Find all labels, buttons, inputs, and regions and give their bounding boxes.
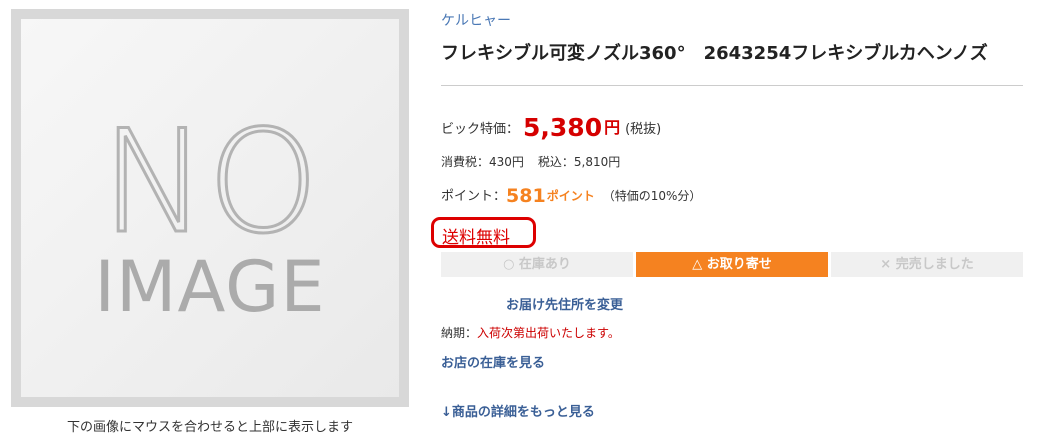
delivery-label: 納期： — [441, 326, 478, 340]
change-address-link[interactable]: お届け先住所を変更 — [506, 294, 623, 313]
point-unit: ポイント — [546, 189, 595, 203]
price-row: ビック特価： 5,380 円 (税抜) — [441, 110, 662, 142]
price-label: ビック特価： — [441, 122, 520, 137]
price-value: 5,380 — [523, 113, 603, 142]
price-tax-note: (税抜) — [625, 122, 662, 137]
stock-order: △ お取り寄せ — [636, 252, 828, 277]
maker-link[interactable]: ケルヒャー — [441, 10, 511, 30]
product-title: フレキシブル可変ノズル360° 2643254フレキシブルカヘンノズ — [441, 43, 988, 64]
no-image-text-line1: NO — [101, 100, 319, 265]
image-caption: 下の画像にマウスを合わせると上部に表示します — [66, 420, 353, 435]
delivery-row: 納期：入荷次第出荷いたします。 — [441, 324, 620, 341]
stock-in-stock: ○ 在庫あり — [441, 252, 633, 277]
point-label: ポイント： — [441, 189, 507, 204]
more-detail-link[interactable]: ↓商品の詳細をもっと見る — [441, 401, 595, 420]
product-image-frame[interactable]: NO IMAGE — [11, 9, 409, 407]
stock-sold-out: × 完売しました — [831, 252, 1023, 277]
free-shipping-label: 送料無料 — [442, 228, 510, 248]
store-stock-link[interactable]: お店の在庫を見る — [441, 352, 545, 371]
point-row: ポイント：581ポイント （特価の10%分） — [441, 183, 702, 207]
point-value: 581 — [506, 185, 546, 207]
stock-status-bar: ○ 在庫あり △ お取り寄せ × 完売しました — [441, 252, 1023, 277]
point-note: （特価の10%分） — [602, 189, 702, 203]
free-shipping-badge: 送料無料 — [431, 217, 536, 248]
delivery-value: 入荷次第出荷いたします。 — [477, 326, 620, 340]
tax-row: 消費税：430円 税込：5,810円 — [441, 153, 620, 170]
price-unit: 円 — [604, 118, 621, 137]
no-image-placeholder[interactable]: NO IMAGE — [21, 19, 399, 397]
no-image-graphic: NO IMAGE — [94, 99, 325, 329]
no-image-text-line2: IMAGE — [94, 246, 325, 328]
consumption-tax: 消費税：430円 — [441, 155, 524, 169]
title-divider — [441, 85, 1023, 86]
tax-included-price: 税込：5,810円 — [537, 155, 621, 169]
